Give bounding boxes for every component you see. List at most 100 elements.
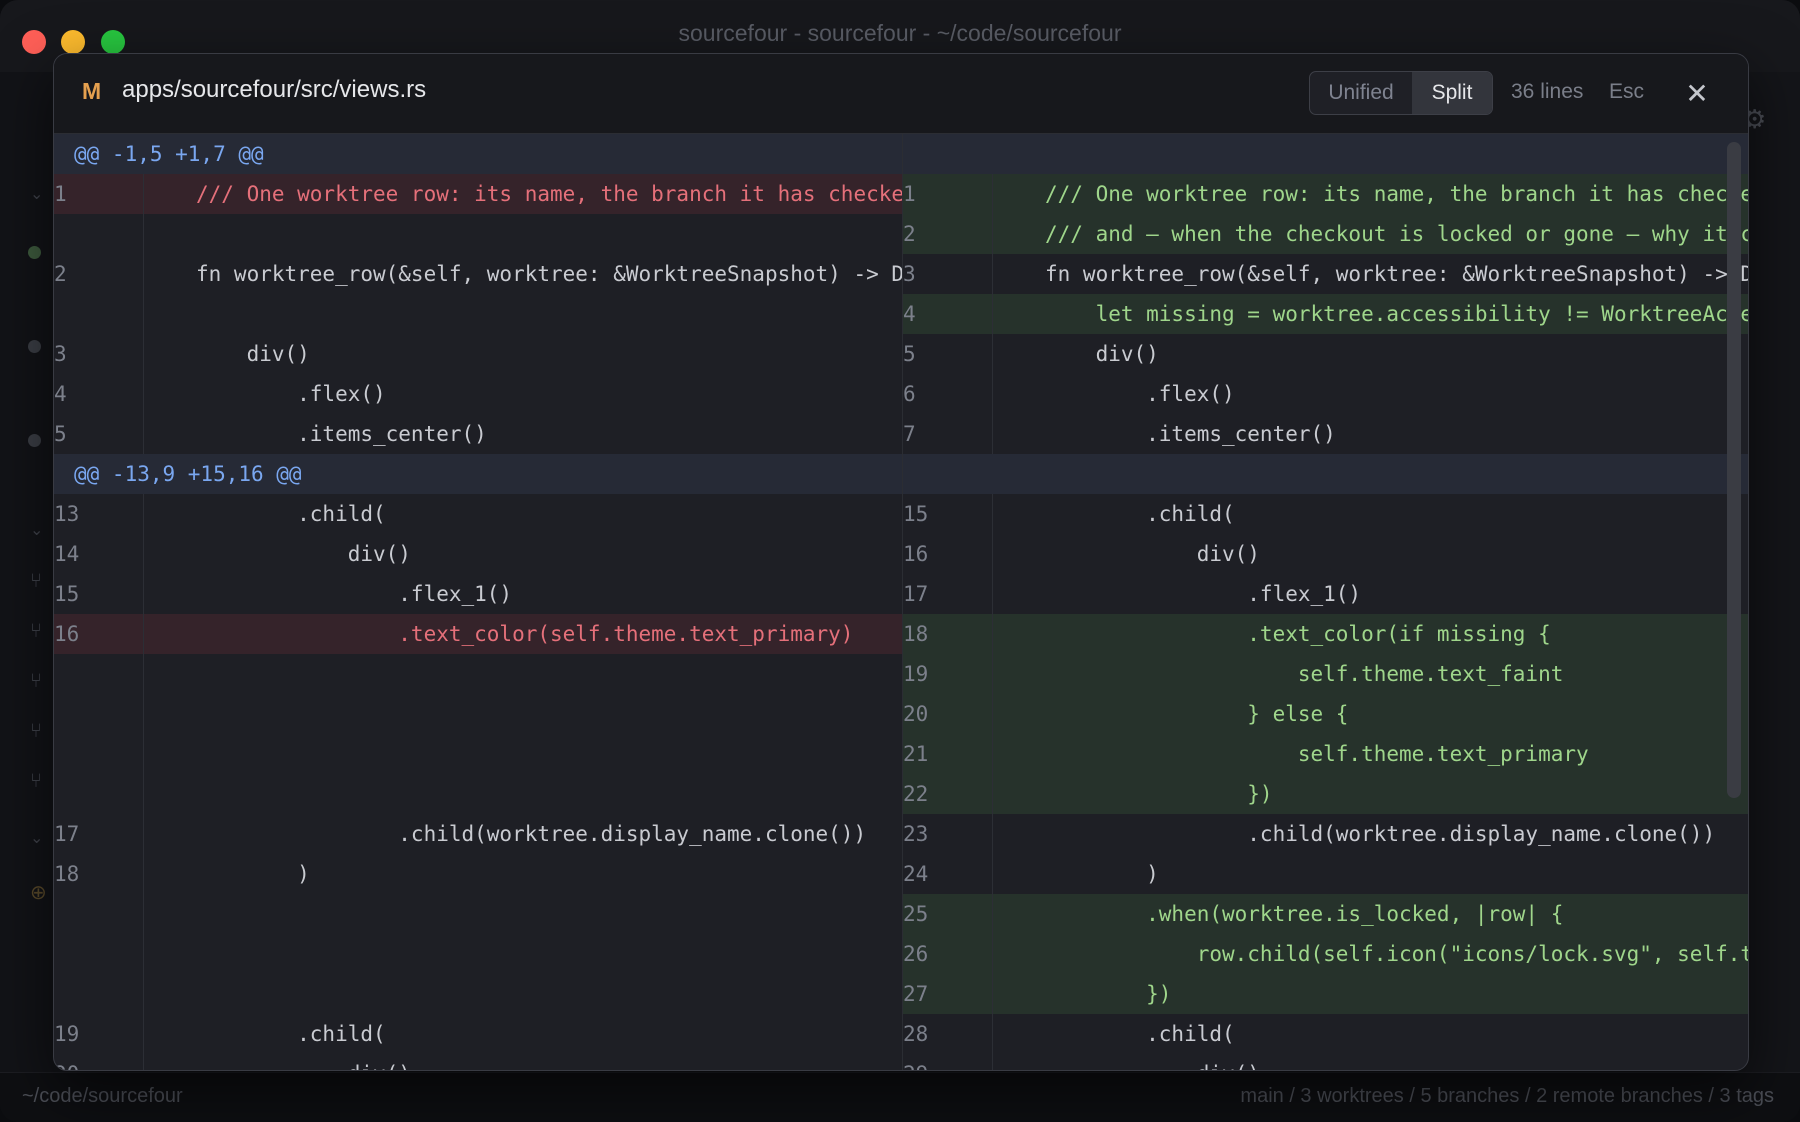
diff-scrollbar[interactable] [1727,142,1741,798]
diff-line-right: 19 self.theme.text_faint [903,654,1748,694]
code-text: .child( [196,1022,386,1046]
diff-line-right: 3 fn worktree_row(&self, worktree: &Workt… [903,254,1748,294]
line-number-gutter-border [992,934,993,974]
code-text: div() [196,1054,411,1070]
diff-line-left: 3 div() [54,334,902,374]
line-number: 2 [54,262,67,286]
line-number-gutter-border [143,614,144,654]
line-number-gutter-border [143,814,144,854]
line-number: 14 [54,542,80,566]
diff-line-left [54,654,902,694]
code-text: .child(worktree.display_name.clone()) [1045,822,1716,846]
close-icon[interactable]: ✕ [1677,74,1717,114]
code-text: /// One worktree row: its name, the bran… [1045,182,1748,206]
code-text: row.child(self.icon("icons/lock.svg", se… [1196,942,1748,966]
line-number-gutter-border [143,894,144,934]
line-number-gutter-border [143,654,144,694]
diff-line-right: 29 div() [903,1054,1748,1070]
diff-line-left [54,214,902,254]
diff-line-left: 13 .child( [54,494,902,534]
diff-line-right: 22 }) [903,774,1748,814]
line-count: 36 lines [1511,80,1584,103]
diff-line-left: 15 .flex_1() [54,574,902,614]
split-view-button[interactable]: Split [1412,72,1492,114]
code-text: .when(worktree.is_locked, |row| { [1045,902,1564,926]
line-number-gutter-border [992,974,993,1014]
hunk-header: @@ -13,9 +15,16 @@ [54,454,1748,494]
split-diff-view[interactable]: @@ -1,5 +1,7 @@ 1/// One worktree row: it… [54,134,1748,1070]
line-number-gutter-border [143,374,144,414]
diff-line-right: 24 ) [903,854,1748,894]
code-text: .child( [1045,502,1235,526]
line-number: 16 [903,542,929,566]
line-number-gutter-border [143,334,144,374]
line-number-gutter-border [992,574,993,614]
diff-line-left: 4 .flex() [54,374,902,414]
line-number: 26 [903,942,929,966]
diff-line-right: 17 .flex_1() [903,574,1748,614]
code-text: /// One worktree row: its name, the bran… [196,182,902,206]
line-number: 16 [54,622,80,646]
diff-line-right: 5 div() [903,334,1748,374]
line-number: 3 [54,342,67,366]
chevron-down-icon: ⌄ [30,186,44,203]
diff-line-left: 2 fn worktree_row(&self, worktree: &Workt… [54,254,902,294]
line-number-gutter-border [992,694,993,734]
diff-line-right: 26 row.child(self.icon("icons/lock.svg",… [903,934,1748,974]
globe-icon: ⊕ [30,882,47,904]
line-number-gutter-border [143,934,144,974]
line-number-gutter-border [143,574,144,614]
unified-view-button[interactable]: Unified [1310,72,1412,114]
diff-line-right: 4 let missing = worktree.accessibility !… [903,294,1748,334]
diff-line-right: 27 }) [903,974,1748,1014]
line-number-gutter-border [992,814,993,854]
diff-line-left: 19 .child( [54,1014,902,1054]
code-text: .text_color(self.theme.text_primary) [196,622,854,646]
code-text: .child( [1045,1022,1235,1046]
code-text: .child( [196,502,386,526]
worktree-status-dot [28,246,41,259]
diff-line-right: 6 .flex() [903,374,1748,414]
line-number: 2 [903,222,916,246]
line-number-gutter-border [143,294,144,334]
diff-line-left [54,974,902,1014]
code-text: /// and — when the checkout is locked or… [1045,222,1748,246]
split-divider [902,134,903,1070]
line-number: 15 [903,502,929,526]
code-text: .child(worktree.display_name.clone()) [196,822,867,846]
line-number: 18 [903,622,929,646]
diff-line-right: 2 /// and — when the checkout is locked o… [903,214,1748,254]
line-number-gutter-border [992,1014,993,1054]
line-number: 6 [903,382,916,406]
diff-line-left [54,894,902,934]
line-number-gutter-border [143,494,144,534]
line-number: 18 [54,862,80,886]
worktree-status-dot [28,340,41,353]
line-number-gutter-border [992,614,993,654]
line-number-gutter-border [992,854,993,894]
branch-icon: ⑂ [30,620,42,642]
line-number: 17 [54,822,80,846]
diff-line-left [54,734,902,774]
line-number-gutter-border [143,254,144,294]
file-path: apps/sourcefour/src/views.rs [122,76,427,103]
diff-line-right: 16 div() [903,534,1748,574]
diff-line-right: 1 /// One worktree row: its name, the bra… [903,174,1748,214]
code-text: }) [1045,782,1273,806]
diff-line-left: 1 /// One worktree row: its name, the bra… [54,174,902,214]
line-number: 13 [54,502,80,526]
code-text: div() [196,542,411,566]
diff-line-right: 20 } else { [903,694,1748,734]
line-number-gutter-border [143,854,144,894]
branch-icon: ⑂ [30,770,42,792]
line-number-gutter-border [143,1054,144,1070]
diff-line-left: 20 div() [54,1054,902,1070]
code-text: .items_center() [1045,422,1336,446]
diff-line-right: 28 .child( [903,1014,1748,1054]
line-number: 1 [54,182,67,206]
code-text: .flex() [1045,382,1235,406]
diff-line-left: 16 .text_color(self.theme.text_primary) [54,614,902,654]
code-text: div() [1045,542,1260,566]
chevron-down-icon: ⌄ [30,830,44,847]
diff-line-left [54,294,902,334]
